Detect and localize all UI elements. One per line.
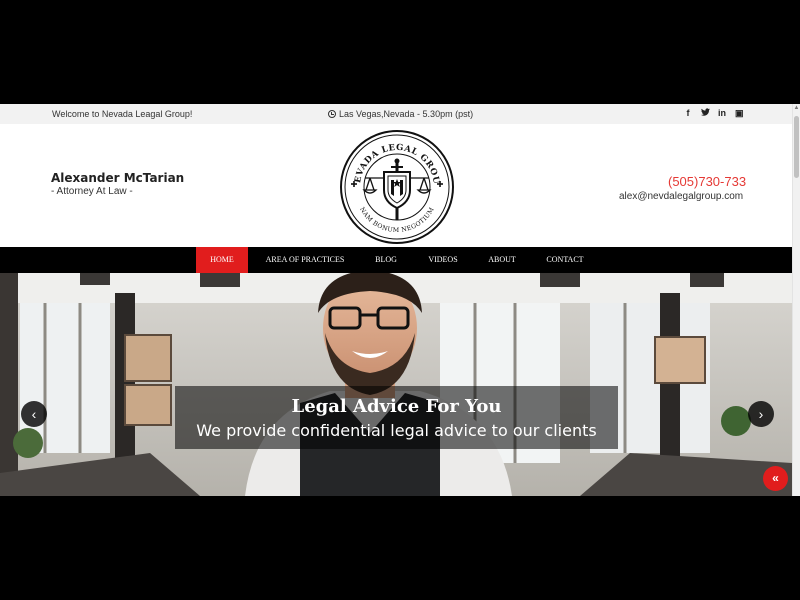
nav-home[interactable]: HOME [196, 247, 248, 273]
top-bar: Welcome to Nevada Leagal Group! Las Vega… [0, 104, 792, 124]
email-address[interactable]: alex@nevdalegalgroup.com [619, 191, 743, 202]
youtube-icon[interactable]: ▣ [735, 108, 744, 119]
hero-title: Legal Advice For You [291, 396, 502, 417]
nevada-legal-group-logo[interactable]: NEVADA LEGAL GROUP NAM BONUM NEGOTIUM [338, 128, 456, 246]
location-text: Las Vegas,Nevada - 5.30pm (pst) [339, 109, 474, 119]
slider-prev-button[interactable]: ‹ [21, 401, 47, 427]
attorney-role: - Attorney At Law - [51, 186, 133, 197]
nav-contact[interactable]: CONTACT [539, 247, 591, 273]
twitter-icon-svg [701, 108, 710, 116]
social-links: f in ▣ [684, 108, 744, 119]
nav-area-of-practices[interactable]: AREA OF PRACTICES [257, 247, 353, 273]
hero-slider: Legal Advice For You We provide confiden… [0, 273, 792, 496]
slider-next-button[interactable]: › [748, 401, 774, 427]
scroll-up-arrow-icon[interactable]: ▲ [793, 104, 800, 112]
twitter-icon[interactable] [701, 108, 710, 119]
facebook-icon[interactable]: f [684, 108, 692, 119]
double-chevron-up-icon: « [772, 471, 779, 485]
back-to-top-button[interactable]: « [763, 466, 788, 491]
nav-blog[interactable]: BLOG [368, 247, 404, 273]
chevron-right-icon: › [758, 406, 764, 422]
clock-icon [328, 110, 336, 118]
attorney-name: Alexander McTarian [51, 171, 185, 185]
nav-videos[interactable]: VIDEOS [421, 247, 465, 273]
page-scrollbar[interactable]: ▲ [792, 104, 800, 496]
site-header: Alexander McTarian - Attorney At Law - N… [0, 124, 792, 247]
main-navigation: HOME AREA OF PRACTICES BLOG VIDEOS ABOUT… [0, 247, 792, 273]
nav-about[interactable]: ABOUT [481, 247, 523, 273]
hero-photo [0, 273, 792, 496]
hero-subtitle: We provide confidential legal advice to … [196, 421, 597, 440]
scroll-thumb[interactable] [794, 116, 799, 178]
linkedin-icon[interactable]: in [718, 108, 726, 119]
phone-number[interactable]: (505)730-733 [668, 174, 746, 189]
chevron-left-icon: ‹ [31, 406, 37, 422]
hero-caption: Legal Advice For You We provide confiden… [175, 386, 618, 449]
location-time: Las Vegas,Nevada - 5.30pm (pst) [328, 109, 473, 119]
browser-viewport: Welcome to Nevada Leagal Group! Las Vega… [0, 104, 800, 496]
welcome-text: Welcome to Nevada Leagal Group! [52, 109, 193, 119]
